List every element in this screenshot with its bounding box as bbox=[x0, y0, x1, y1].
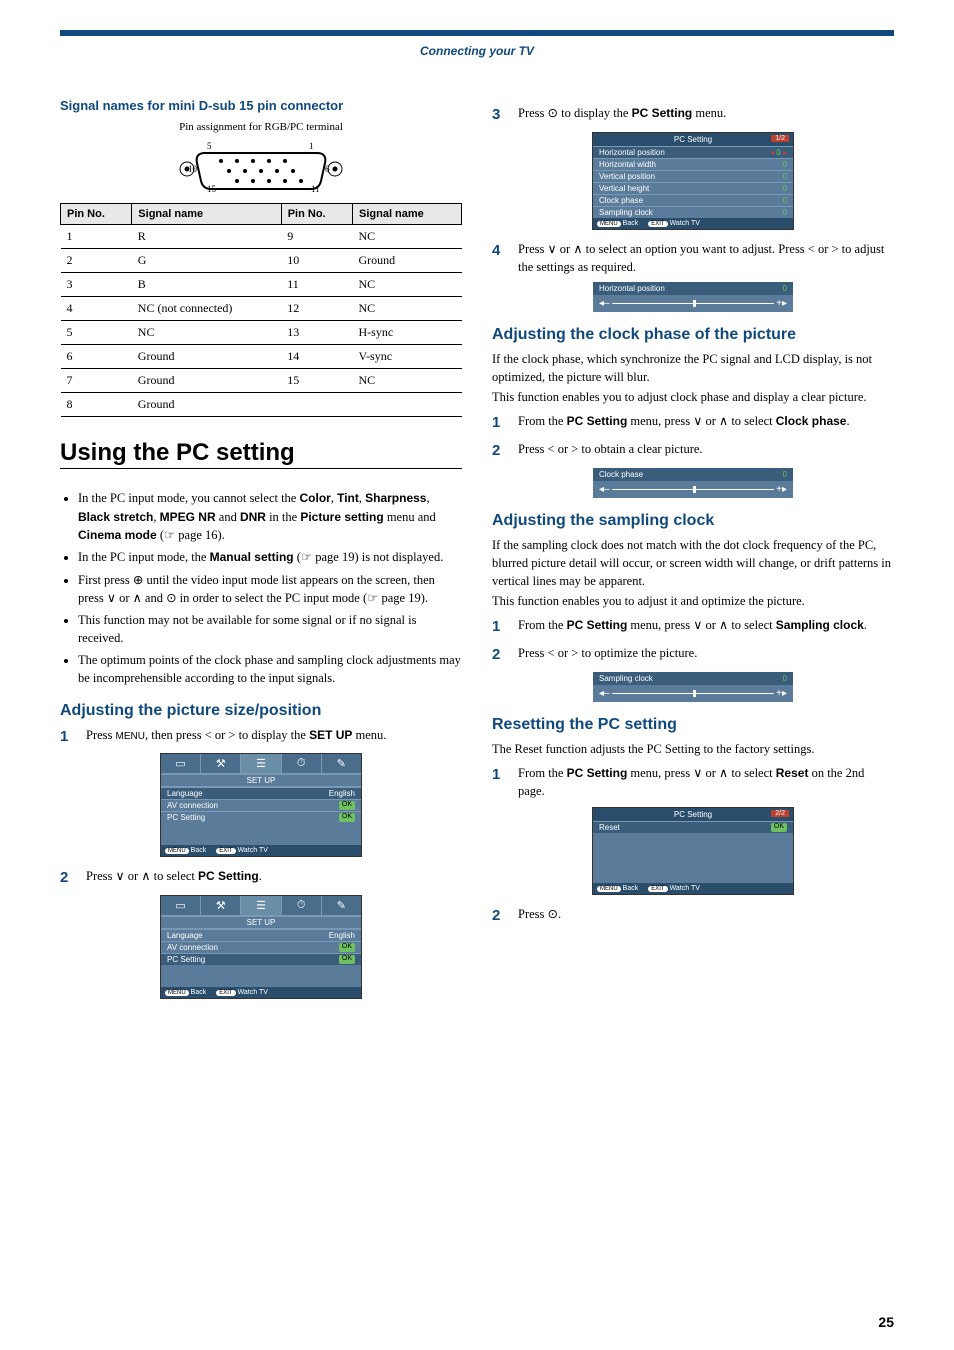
reset-description: The Reset function adjusts the PC Settin… bbox=[492, 740, 894, 758]
step-text: From the PC Setting menu, press ∨ or ∧ t… bbox=[518, 616, 894, 638]
pc-setting-osd: PC Setting1/2 Horizontal position◂ 0 ▸Ho… bbox=[592, 132, 794, 230]
step-number: 1 bbox=[492, 412, 518, 434]
step-text: Press < or > to optimize the picture. bbox=[518, 644, 894, 666]
clock-phase-slider: Clock phase0 ◂–+▸ bbox=[593, 468, 793, 498]
setup-osd-2: ▭⚒☰⏱✎ SET UP LanguageEnglishAV connectio… bbox=[160, 895, 362, 999]
pin-assignment-caption: Pin assignment for RGB/PC terminal bbox=[60, 121, 462, 133]
svg-text:15: 15 bbox=[207, 184, 217, 193]
step-number: 2 bbox=[492, 440, 518, 462]
step-number: 4 bbox=[492, 240, 518, 276]
svg-text:11: 11 bbox=[311, 184, 320, 193]
step-number: 1 bbox=[60, 726, 86, 748]
adjust-size-heading: Adjusting the picture size/position bbox=[60, 702, 462, 720]
reset-osd: PC Setting2/2 ResetOK MENUBack EXITWatch… bbox=[592, 807, 794, 895]
step-number: 2 bbox=[492, 644, 518, 666]
notes-list: In the PC input mode, you cannot select … bbox=[60, 489, 462, 687]
svg-text:10: 10 bbox=[188, 164, 198, 174]
pin-table: Pin No.Signal namePin No.Signal name 1R9… bbox=[60, 203, 462, 417]
step-number: 3 bbox=[492, 104, 518, 126]
step-text: Press ∨ or ∧ to select an option you wan… bbox=[518, 240, 894, 276]
step-number: 1 bbox=[492, 764, 518, 801]
step-number: 2 bbox=[60, 867, 86, 889]
adjust-sampling-heading: Adjusting the sampling clock bbox=[492, 512, 894, 530]
svg-text:1: 1 bbox=[309, 141, 314, 151]
adjust-clock-heading: Adjusting the clock phase of the picture bbox=[492, 326, 894, 344]
sampling-clock-slider: Sampling clock0 ◂–+▸ bbox=[593, 672, 793, 702]
step-text: From the PC Setting menu, press ∨ or ∧ t… bbox=[518, 412, 894, 434]
step-text: Press ∨ or ∧ to select PC Setting. bbox=[86, 867, 462, 889]
step-text: Press ⊙. bbox=[518, 905, 894, 927]
signal-names-heading: Signal names for mini D-sub 15 pin conne… bbox=[60, 98, 462, 113]
using-pc-setting-heading: Using the PC setting bbox=[60, 437, 462, 469]
step-number: 2 bbox=[492, 905, 518, 927]
page-number: 25 bbox=[878, 1314, 894, 1330]
step-number: 1 bbox=[492, 616, 518, 638]
reset-heading: Resetting the PC setting bbox=[492, 716, 894, 734]
svg-text:6: 6 bbox=[325, 164, 330, 174]
horizontal-position-slider: Horizontal position0 ◂–+▸ bbox=[593, 282, 793, 312]
step-text: Press MENU, then press < or > to display… bbox=[86, 726, 462, 748]
clock-description: If the clock phase, which synchronize th… bbox=[492, 350, 894, 406]
setup-osd-1: ▭⚒☰⏱✎ SET UP LanguageEnglishAV connectio… bbox=[160, 753, 362, 857]
step-text: From the PC Setting menu, press ∨ or ∧ t… bbox=[518, 764, 894, 801]
sampling-description: If the sampling clock does not match wit… bbox=[492, 536, 894, 611]
connector-diagram: 5 1 10 6 15 11 bbox=[171, 137, 351, 193]
section-header: Connecting your TV bbox=[60, 44, 894, 58]
step-text: Press < or > to obtain a clear picture. bbox=[518, 440, 894, 462]
step-text: Press ⊙ to display the PC Setting menu. bbox=[518, 104, 894, 126]
top-bar bbox=[60, 30, 894, 36]
svg-text:5: 5 bbox=[207, 141, 212, 151]
